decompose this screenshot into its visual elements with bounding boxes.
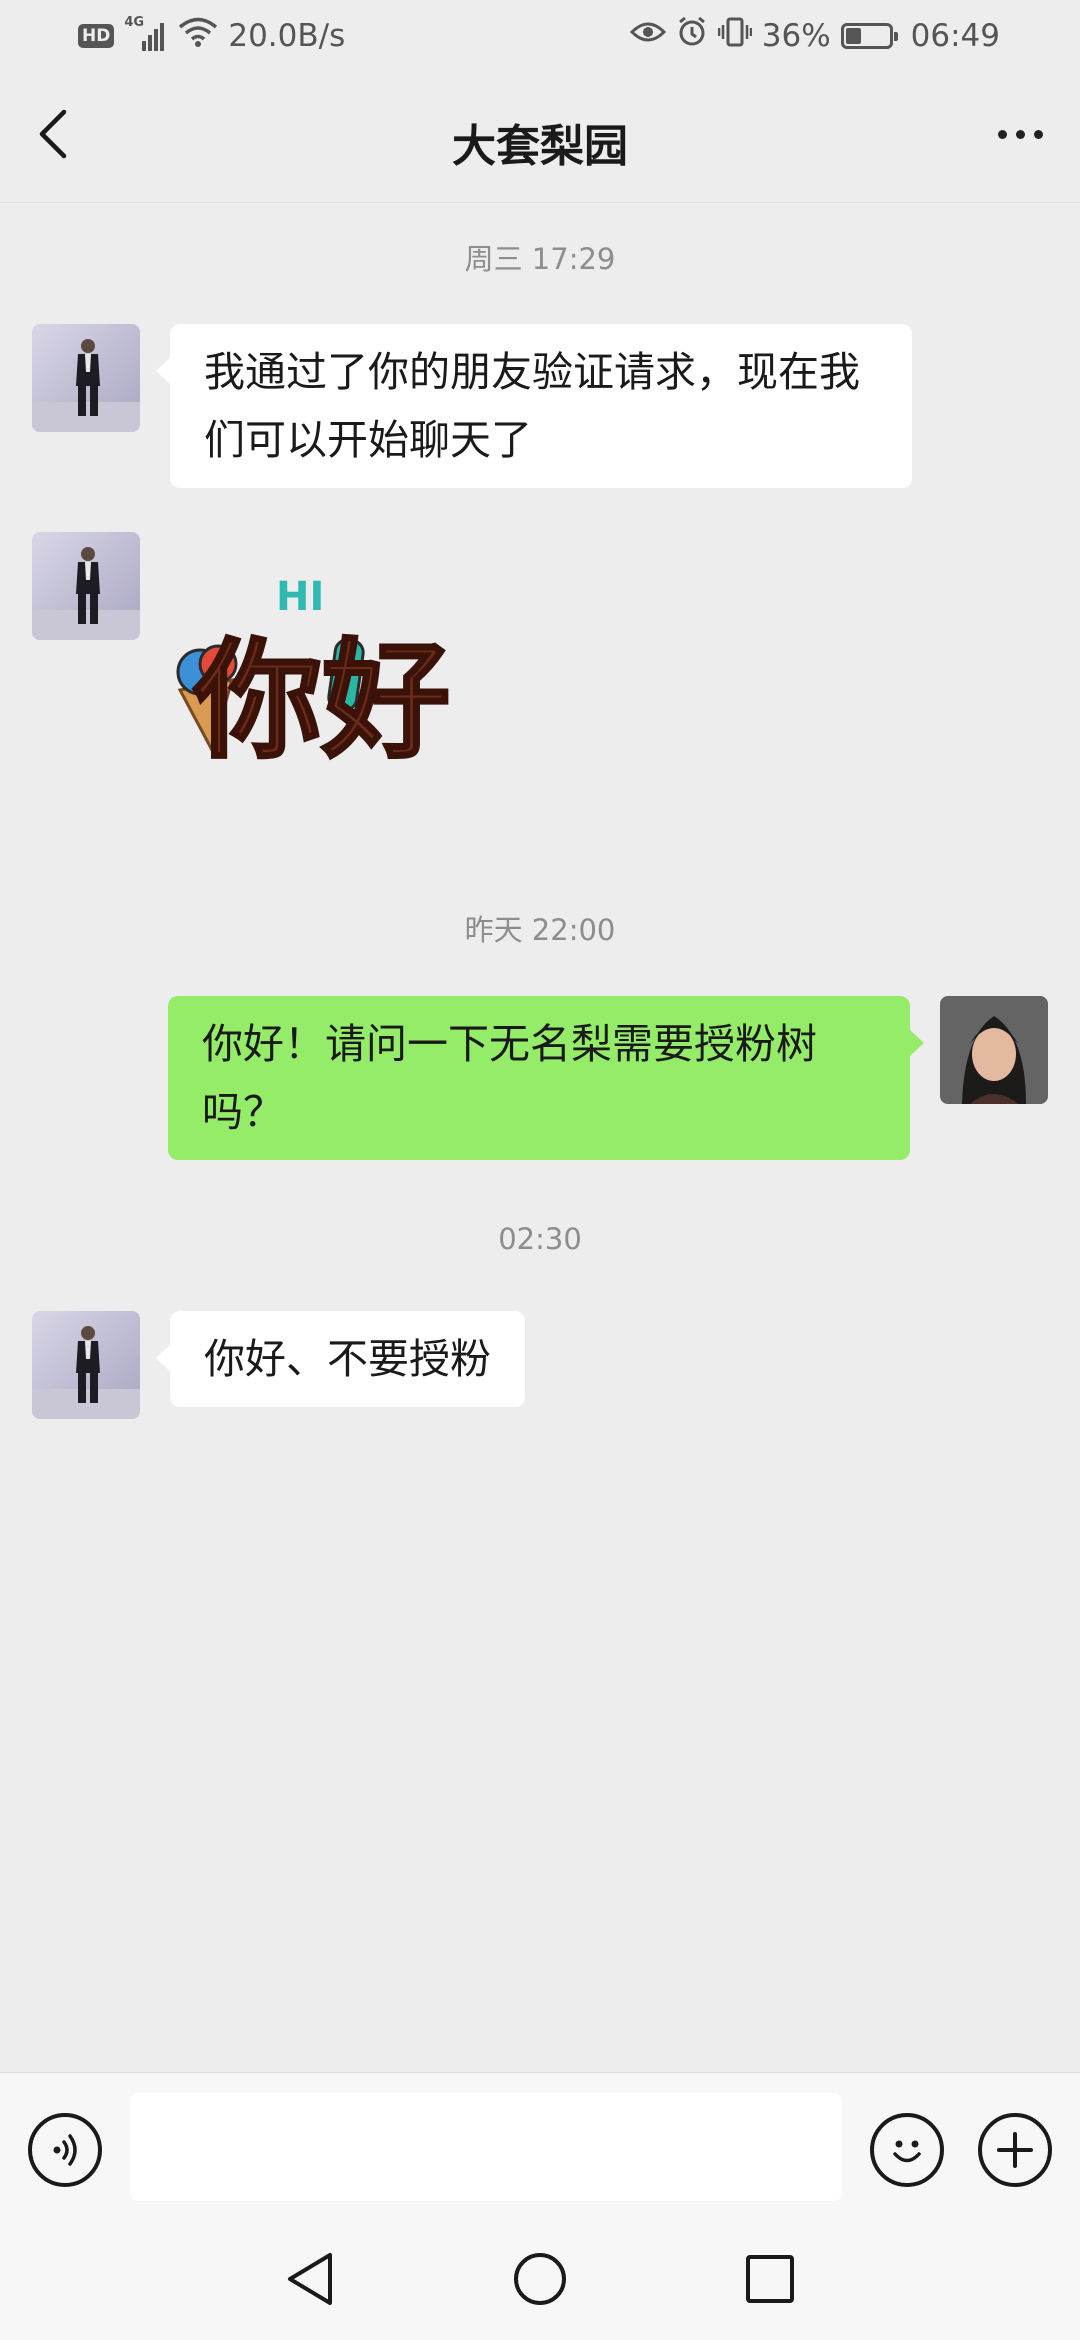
hd-badge: HD <box>78 24 115 48</box>
wifi-icon <box>178 16 218 56</box>
emoji-button[interactable] <box>870 2113 944 2187</box>
alarm-icon <box>676 16 708 56</box>
more-dot <box>997 129 1007 139</box>
nav-home-icon <box>514 2253 566 2305</box>
contact-avatar[interactable] <box>32 532 140 640</box>
message-bubble-incoming[interactable]: 你好、不要授粉 <box>156 1311 525 1407</box>
nav-recents-icon <box>746 2255 794 2303</box>
status-bar: HD 4G 20.0B/s 36% 06:49 <box>0 0 1080 72</box>
nav-home-button[interactable] <box>505 2244 575 2314</box>
message-bubble-incoming[interactable]: 我通过了你的朋友验证请求，现在我们可以开始聊天了 <box>156 324 912 488</box>
more-dot <box>1033 129 1043 139</box>
my-avatar[interactable] <box>940 996 1048 1104</box>
emoji-icon <box>893 2140 921 2163</box>
more-functions-button[interactable] <box>978 2113 1052 2187</box>
nav-recents-button[interactable] <box>735 2244 805 2314</box>
plus-icon <box>997 2132 1033 2168</box>
nav-back-icon <box>288 2253 332 2305</box>
signal-icon: 4G <box>124 15 168 53</box>
vibrate-icon <box>717 16 752 56</box>
more-button[interactable] <box>988 106 1052 162</box>
message-bubble-outgoing[interactable]: 你好！请问一下无名梨需要授粉树吗？ <box>168 996 924 1160</box>
voice-icon <box>53 2134 77 2166</box>
network-speed: 20.0B/s <box>228 18 346 54</box>
clock: 06:49 <box>910 18 1000 54</box>
timestamp: 02:30 <box>498 1222 582 1256</box>
chat-header: 大套梨园 <box>0 72 1080 203</box>
message-input[interactable] <box>130 2093 842 2201</box>
nav-back-button[interactable] <box>275 2244 345 2314</box>
timestamp: 周三 17:29 <box>464 242 616 276</box>
contact-avatar[interactable] <box>32 324 140 432</box>
chat-title: 大套梨园 <box>452 121 628 172</box>
status-right: 36% 06:49 <box>629 12 1000 60</box>
battery-percent: 36% <box>761 18 831 54</box>
sticker-hi-text: HI <box>276 574 324 620</box>
status-left: HD 4G 20.0B/s <box>78 12 345 60</box>
sticker-greeting-text: 你好 <box>193 627 450 776</box>
eye-icon <box>629 18 666 54</box>
voice-button[interactable] <box>28 2113 102 2187</box>
timestamp: 昨天 22:00 <box>464 913 616 947</box>
sticker-message[interactable]: HI 你好 <box>170 560 500 800</box>
input-bar <box>0 2072 1080 2223</box>
more-dot <box>1015 129 1025 139</box>
battery-icon <box>840 23 898 49</box>
contact-avatar[interactable] <box>32 1311 140 1419</box>
system-nav-bar <box>0 2222 1080 2340</box>
